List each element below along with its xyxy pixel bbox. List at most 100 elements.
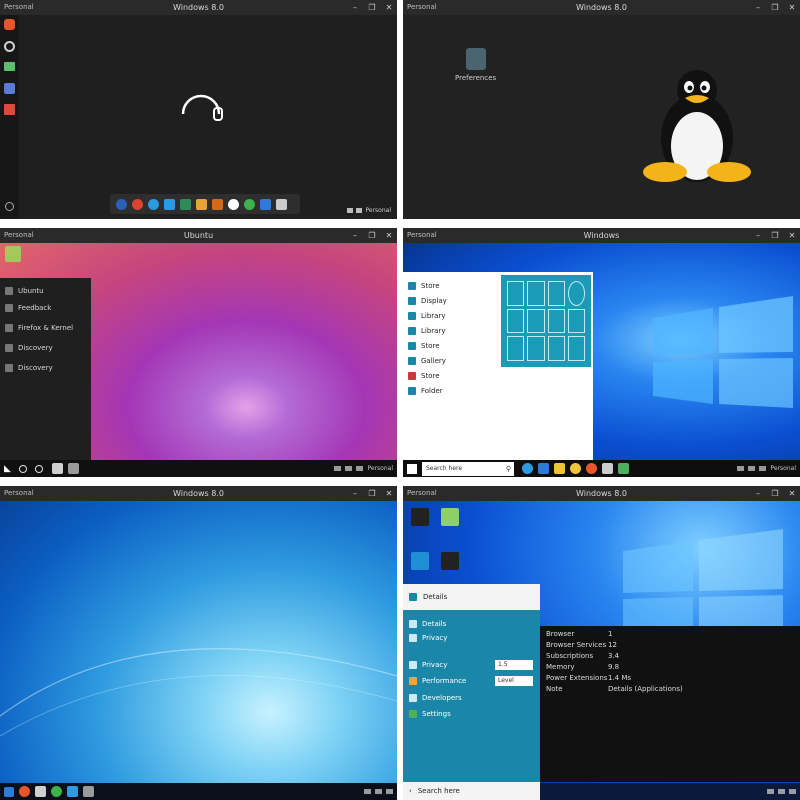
tile[interactable] bbox=[567, 336, 585, 361]
dock-app-icon[interactable] bbox=[196, 198, 207, 210]
dock-app-icon[interactable] bbox=[260, 198, 271, 210]
tile[interactable] bbox=[547, 308, 565, 334]
taskbar-app-icon[interactable] bbox=[522, 463, 533, 474]
dock-app-icon[interactable] bbox=[116, 198, 127, 210]
tile[interactable] bbox=[527, 308, 545, 334]
search-box[interactable]: Search here ⚲ bbox=[422, 461, 514, 476]
close-icon[interactable]: ✕ bbox=[788, 486, 796, 501]
start-item[interactable]: Developers bbox=[409, 694, 533, 702]
taskbar-app-icon[interactable] bbox=[67, 786, 78, 797]
battery-icon[interactable] bbox=[759, 466, 767, 471]
tile[interactable] bbox=[567, 308, 585, 334]
setting-value-field[interactable]: 1.5 bbox=[495, 660, 533, 670]
close-icon[interactable]: ✕ bbox=[385, 228, 393, 243]
taskbar-app-icon[interactable] bbox=[538, 463, 549, 474]
tile[interactable] bbox=[527, 281, 545, 306]
desktop-icon[interactable] bbox=[411, 552, 429, 570]
start-item[interactable]: Details bbox=[409, 620, 533, 628]
tile[interactable] bbox=[567, 281, 585, 306]
setting-value-field[interactable]: Level bbox=[495, 676, 533, 686]
volume-icon[interactable] bbox=[375, 789, 382, 794]
taskbar-app-icon[interactable] bbox=[602, 463, 613, 474]
document-icon[interactable] bbox=[4, 104, 15, 115]
maximize-icon[interactable]: ❐ bbox=[771, 0, 779, 15]
desktop-icon[interactable] bbox=[441, 552, 459, 570]
minimize-icon[interactable]: – bbox=[754, 228, 762, 243]
desktop-icon[interactable] bbox=[441, 508, 459, 526]
desktop-icon[interactable]: Preferences bbox=[455, 48, 535, 82]
title-bar[interactable]: Personal Windows 8.0 – ❐ ✕ bbox=[403, 486, 800, 501]
start-button[interactable] bbox=[407, 463, 417, 474]
minimize-icon[interactable]: – bbox=[351, 0, 359, 15]
chat-icon[interactable] bbox=[4, 41, 15, 52]
maximize-icon[interactable]: ❐ bbox=[771, 228, 779, 243]
volume-icon[interactable] bbox=[748, 466, 756, 471]
minimize-icon[interactable]: – bbox=[754, 0, 762, 15]
taskbar-app-icon[interactable] bbox=[586, 463, 597, 474]
maximize-icon[interactable]: ❐ bbox=[368, 228, 376, 243]
start-item[interactable]: Performance Level bbox=[409, 676, 533, 686]
start-item[interactable]: Store bbox=[408, 278, 498, 293]
menu-item[interactable]: Discovery bbox=[0, 338, 91, 358]
network-icon[interactable] bbox=[347, 208, 354, 213]
folder-icon[interactable] bbox=[4, 62, 15, 71]
circle-icon[interactable] bbox=[34, 464, 43, 473]
dock-app-icon[interactable] bbox=[132, 198, 143, 210]
start-item[interactable]: Folder bbox=[408, 383, 498, 398]
desktop-icon[interactable] bbox=[5, 246, 21, 262]
network-icon[interactable] bbox=[737, 466, 745, 471]
start-search[interactable]: ‹ Search here bbox=[403, 782, 540, 800]
network-icon[interactable] bbox=[364, 789, 371, 794]
dock-app-icon[interactable] bbox=[212, 198, 223, 210]
start-item[interactable]: Settings bbox=[409, 710, 533, 718]
tile[interactable] bbox=[507, 308, 525, 334]
dock-app-icon[interactable] bbox=[148, 198, 159, 210]
start-item[interactable]: Privacy bbox=[409, 634, 533, 642]
start-button[interactable] bbox=[4, 786, 14, 797]
taskbar-app-icon[interactable] bbox=[19, 786, 30, 797]
taskbar-app-icon[interactable] bbox=[67, 463, 79, 474]
dock-app-icon[interactable] bbox=[180, 198, 191, 210]
menu-item[interactable]: Discovery bbox=[0, 358, 91, 378]
title-bar[interactable]: Personal Windows 8.0 – ❐ ✕ bbox=[403, 0, 800, 15]
taskbar-app-icon[interactable] bbox=[35, 786, 46, 797]
start-item[interactable]: Privacy 1.5 bbox=[409, 660, 533, 670]
close-icon[interactable]: ✕ bbox=[788, 0, 796, 15]
dock-app-icon[interactable] bbox=[164, 198, 175, 210]
maximize-icon[interactable]: ❐ bbox=[368, 0, 376, 15]
close-icon[interactable]: ✕ bbox=[788, 228, 796, 243]
volume-icon[interactable] bbox=[345, 466, 353, 471]
start-item[interactable]: Library bbox=[408, 323, 498, 338]
network-icon[interactable] bbox=[767, 789, 774, 794]
tile[interactable] bbox=[547, 336, 565, 361]
tile[interactable] bbox=[507, 281, 525, 306]
battery-icon[interactable] bbox=[789, 789, 796, 794]
volume-icon[interactable] bbox=[356, 208, 363, 213]
edit-icon[interactable] bbox=[4, 83, 15, 94]
maximize-icon[interactable]: ❐ bbox=[771, 486, 779, 501]
minimize-icon[interactable]: – bbox=[754, 486, 762, 501]
title-bar[interactable]: Personal Ubuntu – ❐ ✕ bbox=[0, 228, 397, 243]
menu-item[interactable]: Feedback bbox=[0, 298, 91, 318]
brave-icon[interactable] bbox=[4, 19, 15, 30]
desktop-icon[interactable] bbox=[411, 508, 429, 526]
start-icon[interactable]: ◣ bbox=[4, 464, 11, 474]
tile[interactable] bbox=[527, 336, 545, 361]
taskbar-app-icon[interactable] bbox=[570, 463, 581, 474]
dock-app-icon[interactable] bbox=[244, 198, 255, 210]
taskbar-app-icon[interactable] bbox=[618, 463, 629, 474]
taskbar-app-icon[interactable] bbox=[554, 463, 565, 474]
start-item[interactable]: Store bbox=[408, 368, 498, 383]
tile[interactable] bbox=[547, 281, 565, 306]
start-item[interactable]: Store bbox=[408, 338, 498, 353]
volume-icon[interactable] bbox=[778, 789, 785, 794]
start-item[interactable]: Library bbox=[408, 308, 498, 323]
network-icon[interactable] bbox=[334, 466, 342, 471]
start-item[interactable]: Gallery bbox=[408, 353, 498, 368]
dock-app-icon[interactable] bbox=[276, 198, 287, 210]
taskbar-app-icon[interactable] bbox=[51, 786, 62, 797]
battery-icon[interactable] bbox=[356, 466, 364, 471]
menu-item[interactable]: Ubuntu bbox=[0, 284, 91, 298]
title-bar[interactable]: Personal Windows 8.0 – ❐ ✕ bbox=[0, 0, 397, 15]
minimize-icon[interactable]: – bbox=[351, 228, 359, 243]
